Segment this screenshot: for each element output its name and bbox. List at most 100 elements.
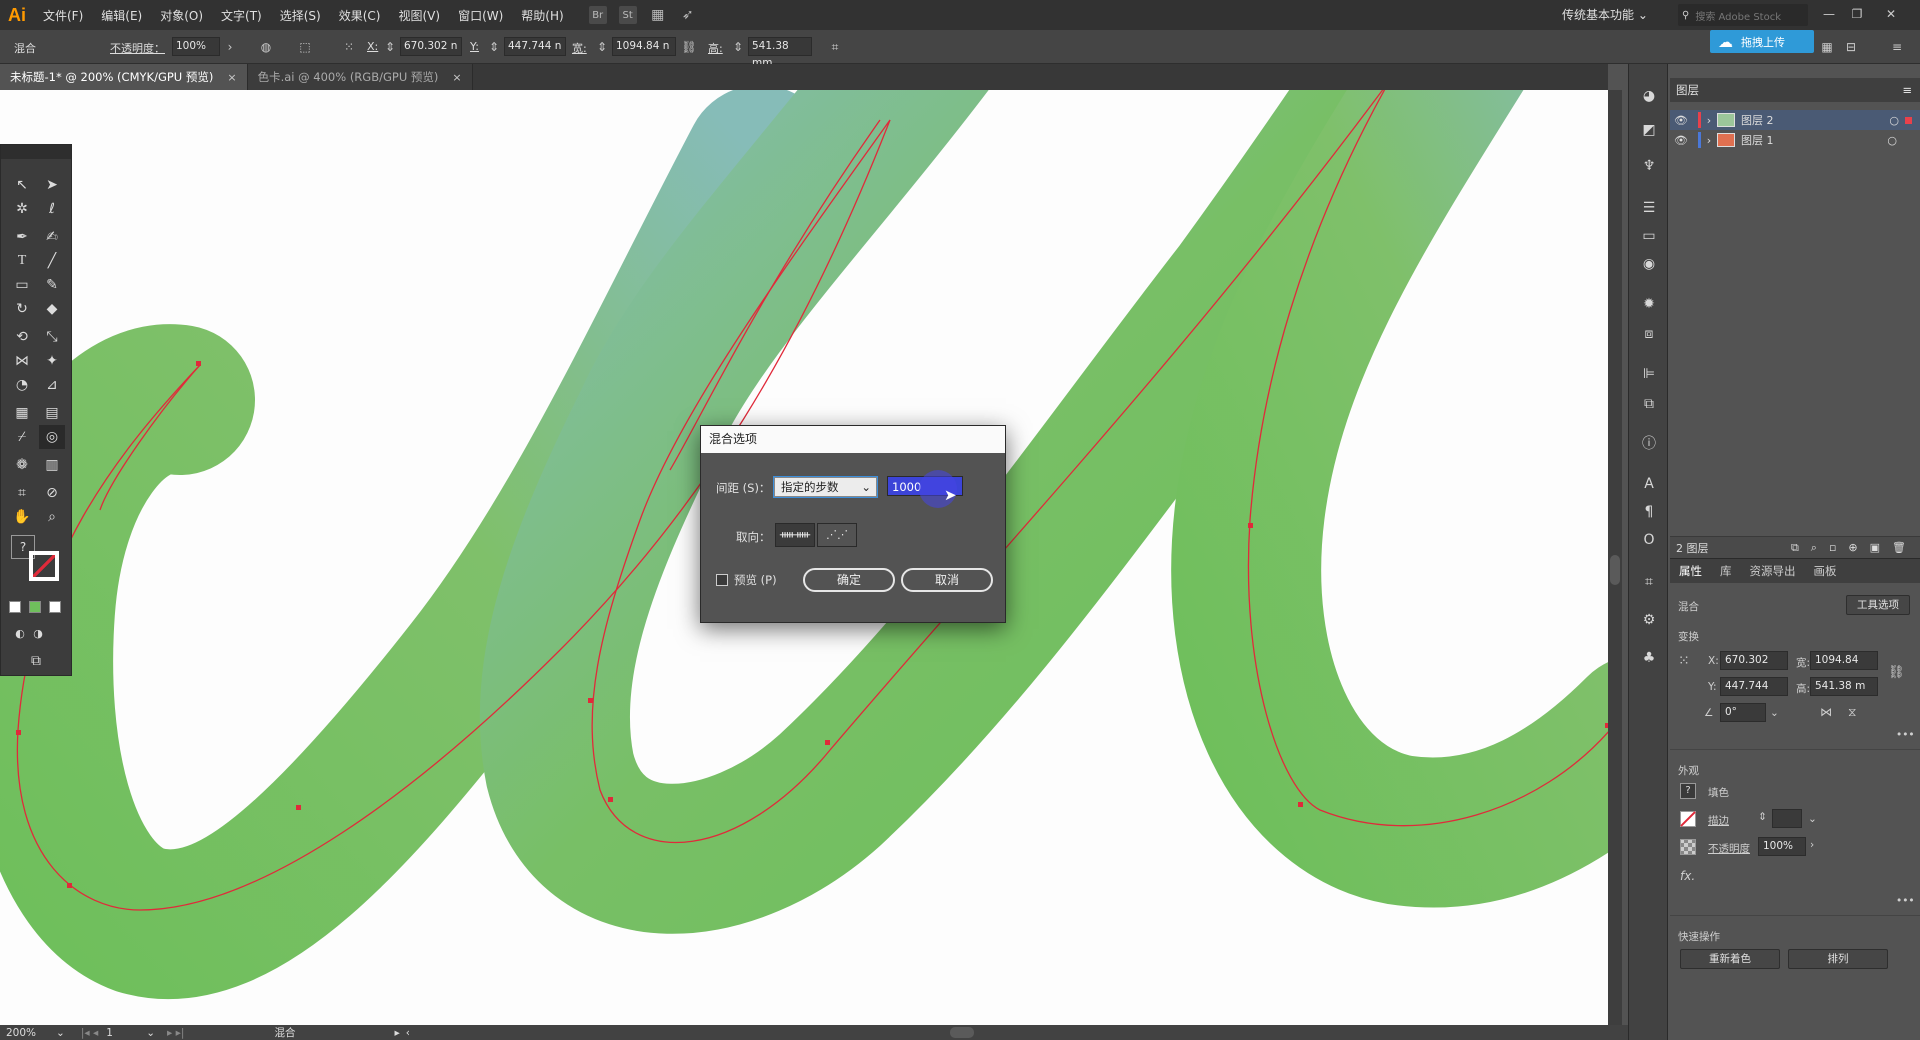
artboard-tool-icon[interactable]: ⌗	[9, 481, 35, 505]
more-options-icon[interactable]: •••	[1896, 729, 1915, 741]
menu-window[interactable]: 窗口(W)	[449, 7, 512, 24]
stepper-icon[interactable]: ⇕	[596, 38, 608, 56]
flip-vertical-icon[interactable]: ⧖	[1848, 705, 1856, 720]
type-tool-icon[interactable]: T	[9, 249, 35, 273]
gradient-mode-icon[interactable]	[29, 601, 41, 613]
paragraph-panel-icon[interactable]: ¶	[1639, 502, 1659, 522]
tab-artboards[interactable]: 画板	[1805, 559, 1846, 583]
eyedropper-tool-icon[interactable]: ⌿	[9, 425, 35, 449]
width-tool-icon[interactable]: ⋈	[9, 349, 35, 373]
constrain-proportions-icon[interactable]: ⛓	[1888, 665, 1905, 680]
selection-indicator[interactable]	[1905, 116, 1912, 124]
opentype-panel-icon[interactable]: O	[1639, 530, 1659, 550]
direct-selection-tool-icon[interactable]: ➤	[39, 173, 65, 197]
y-input[interactable]: 447.744	[1720, 677, 1788, 696]
cloud-upload-button[interactable]: ☁ 拖拽上传	[1710, 30, 1814, 53]
tab-properties[interactable]: 属性	[1670, 559, 1711, 583]
control-w-input[interactable]: 1094.84 n	[612, 37, 676, 56]
puppet-warp-tool-icon[interactable]: ✦	[39, 349, 65, 373]
reference-point-icon[interactable]: ⁙	[1678, 653, 1690, 669]
artboard-nav-next-icon[interactable]: ▸ ▸|	[167, 1027, 184, 1039]
close-tab-icon[interactable]: ×	[452, 71, 461, 84]
chevron-down-icon[interactable]: ⌄	[56, 1027, 65, 1039]
pathfinder-panel-icon[interactable]: ⧉	[1639, 394, 1659, 414]
selection-tool-icon[interactable]: ↖	[9, 173, 35, 197]
layers-title[interactable]: 图层	[1676, 82, 1699, 98]
x-input[interactable]: 670.302	[1720, 651, 1788, 670]
stepper-icon[interactable]: ⇕	[1758, 811, 1767, 823]
more-options-icon[interactable]: •••	[1896, 895, 1915, 907]
arrange-button[interactable]: 排列	[1788, 949, 1888, 969]
menu-effect[interactable]: 效果(C)	[330, 7, 390, 24]
chevron-right-icon[interactable]: ›	[221, 38, 239, 56]
fx-icon[interactable]: fx.	[1680, 869, 1695, 883]
menu-help[interactable]: 帮助(H)	[512, 7, 572, 24]
h-input[interactable]: 541.38 m	[1810, 677, 1878, 696]
shaper-tool-icon[interactable]: ↻	[9, 297, 35, 321]
bridge-icon[interactable]: Br	[588, 6, 607, 24]
graphic-styles-icon[interactable]: ⧈	[1639, 324, 1659, 344]
zoom-tool-icon[interactable]: ⌕	[39, 505, 65, 529]
stroke-weight-input[interactable]	[1772, 809, 1802, 828]
hand-tool-icon[interactable]: ✋	[9, 505, 35, 529]
tool-options-button[interactable]: 工具选项	[1846, 595, 1910, 615]
visibility-eye-icon[interactable]: 👁	[1670, 114, 1692, 127]
expand-chevron-icon[interactable]: ›	[1701, 134, 1717, 147]
recolor-button[interactable]: 重新着色	[1680, 949, 1780, 969]
tab-color-swatch-ai[interactable]: 色卡.ai @ 400% (RGB/GPU 预览) ×	[247, 64, 473, 90]
screen-mode-icon[interactable]: ⧉	[23, 649, 49, 673]
control-x-input[interactable]: 670.302 n	[400, 37, 462, 56]
preview-checkbox[interactable]	[716, 574, 728, 586]
layout-icon[interactable]: ⊟	[1842, 38, 1860, 56]
grid-icon[interactable]: ▦	[1818, 38, 1836, 56]
link-proportions-icon[interactable]: ⛓	[680, 38, 698, 56]
transparency-panel-icon[interactable]: ◉	[1639, 254, 1659, 274]
target-icon[interactable]: ○	[1887, 134, 1897, 147]
eraser-tool-icon[interactable]: ◆	[39, 297, 65, 321]
gradient-tool-icon[interactable]: ▤	[39, 401, 65, 425]
panel-menu-icon[interactable]: ≡	[1888, 38, 1906, 56]
control-opacity-label[interactable]: 不透明度：	[110, 40, 165, 56]
align-icon[interactable]: ⬚	[296, 38, 314, 56]
shape-builder-tool-icon[interactable]: ◔	[9, 373, 35, 397]
color-panel-icon[interactable]: ◕	[1639, 86, 1659, 106]
ok-button[interactable]: 确定	[803, 568, 895, 592]
curvature-tool-icon[interactable]: ✍	[39, 225, 65, 249]
blend-tool-icon[interactable]: ◎	[39, 425, 65, 449]
rectangle-tool-icon[interactable]: ▭	[9, 273, 35, 297]
stock-search-input[interactable]: ⚲ 搜索 Adobe Stock	[1678, 4, 1808, 26]
appearance-panel-icon[interactable]: ✹	[1639, 294, 1659, 314]
stock-icon[interactable]: St	[618, 6, 637, 24]
tools-panel-header[interactable]	[1, 145, 71, 159]
chevron-left-icon[interactable]: ‹	[406, 1027, 410, 1039]
scale-tool-icon[interactable]: ⤡	[39, 325, 65, 349]
none-mode-icon[interactable]	[49, 601, 61, 613]
stroke-swatch[interactable]	[1680, 811, 1696, 827]
tab-libraries[interactable]: 库	[1711, 559, 1741, 583]
chevron-down-icon[interactable]: ⌄	[146, 1027, 155, 1039]
layer-name[interactable]: 图层 2	[1741, 112, 1774, 128]
chevron-down-icon[interactable]: ⌄	[1808, 813, 1817, 825]
stepper-icon[interactable]: ⇕	[732, 38, 744, 56]
control-opacity-input[interactable]: 100%	[172, 37, 220, 56]
align-to-path-icon[interactable]: ⋰⋰	[817, 523, 857, 547]
target-icon[interactable]: ○	[1889, 114, 1899, 127]
align-panel-icon[interactable]: ⊫	[1639, 364, 1659, 384]
cancel-button[interactable]: 取消	[901, 568, 993, 592]
close-tab-icon[interactable]: ×	[227, 71, 236, 84]
layers-footer-icons[interactable]: ⧉⌕▫⊕▣🗑	[1791, 541, 1918, 555]
line-tool-icon[interactable]: ╱	[39, 249, 65, 273]
transform-icon[interactable]: ⌗	[826, 38, 844, 56]
workspace-switcher[interactable]: 传统基本功能 ⌄	[1562, 6, 1648, 23]
panel-menu-icon[interactable]: ≡	[1902, 83, 1912, 97]
pen-tool-icon[interactable]: ✒	[9, 225, 35, 249]
layer-name[interactable]: 图层 1	[1741, 132, 1774, 148]
restore-icon[interactable]: ❐	[1846, 4, 1868, 24]
w-input[interactable]: 1094.84	[1810, 651, 1878, 670]
menu-file[interactable]: 文件(F)	[34, 7, 92, 24]
flip-horizontal-icon[interactable]: ⋈	[1820, 705, 1832, 719]
stroke-swatch[interactable]	[29, 551, 59, 581]
menu-view[interactable]: 视图(V)	[389, 7, 449, 24]
symbols-panel-icon[interactable]: ♣	[1639, 648, 1659, 668]
menu-object[interactable]: 对象(O)	[151, 7, 212, 24]
